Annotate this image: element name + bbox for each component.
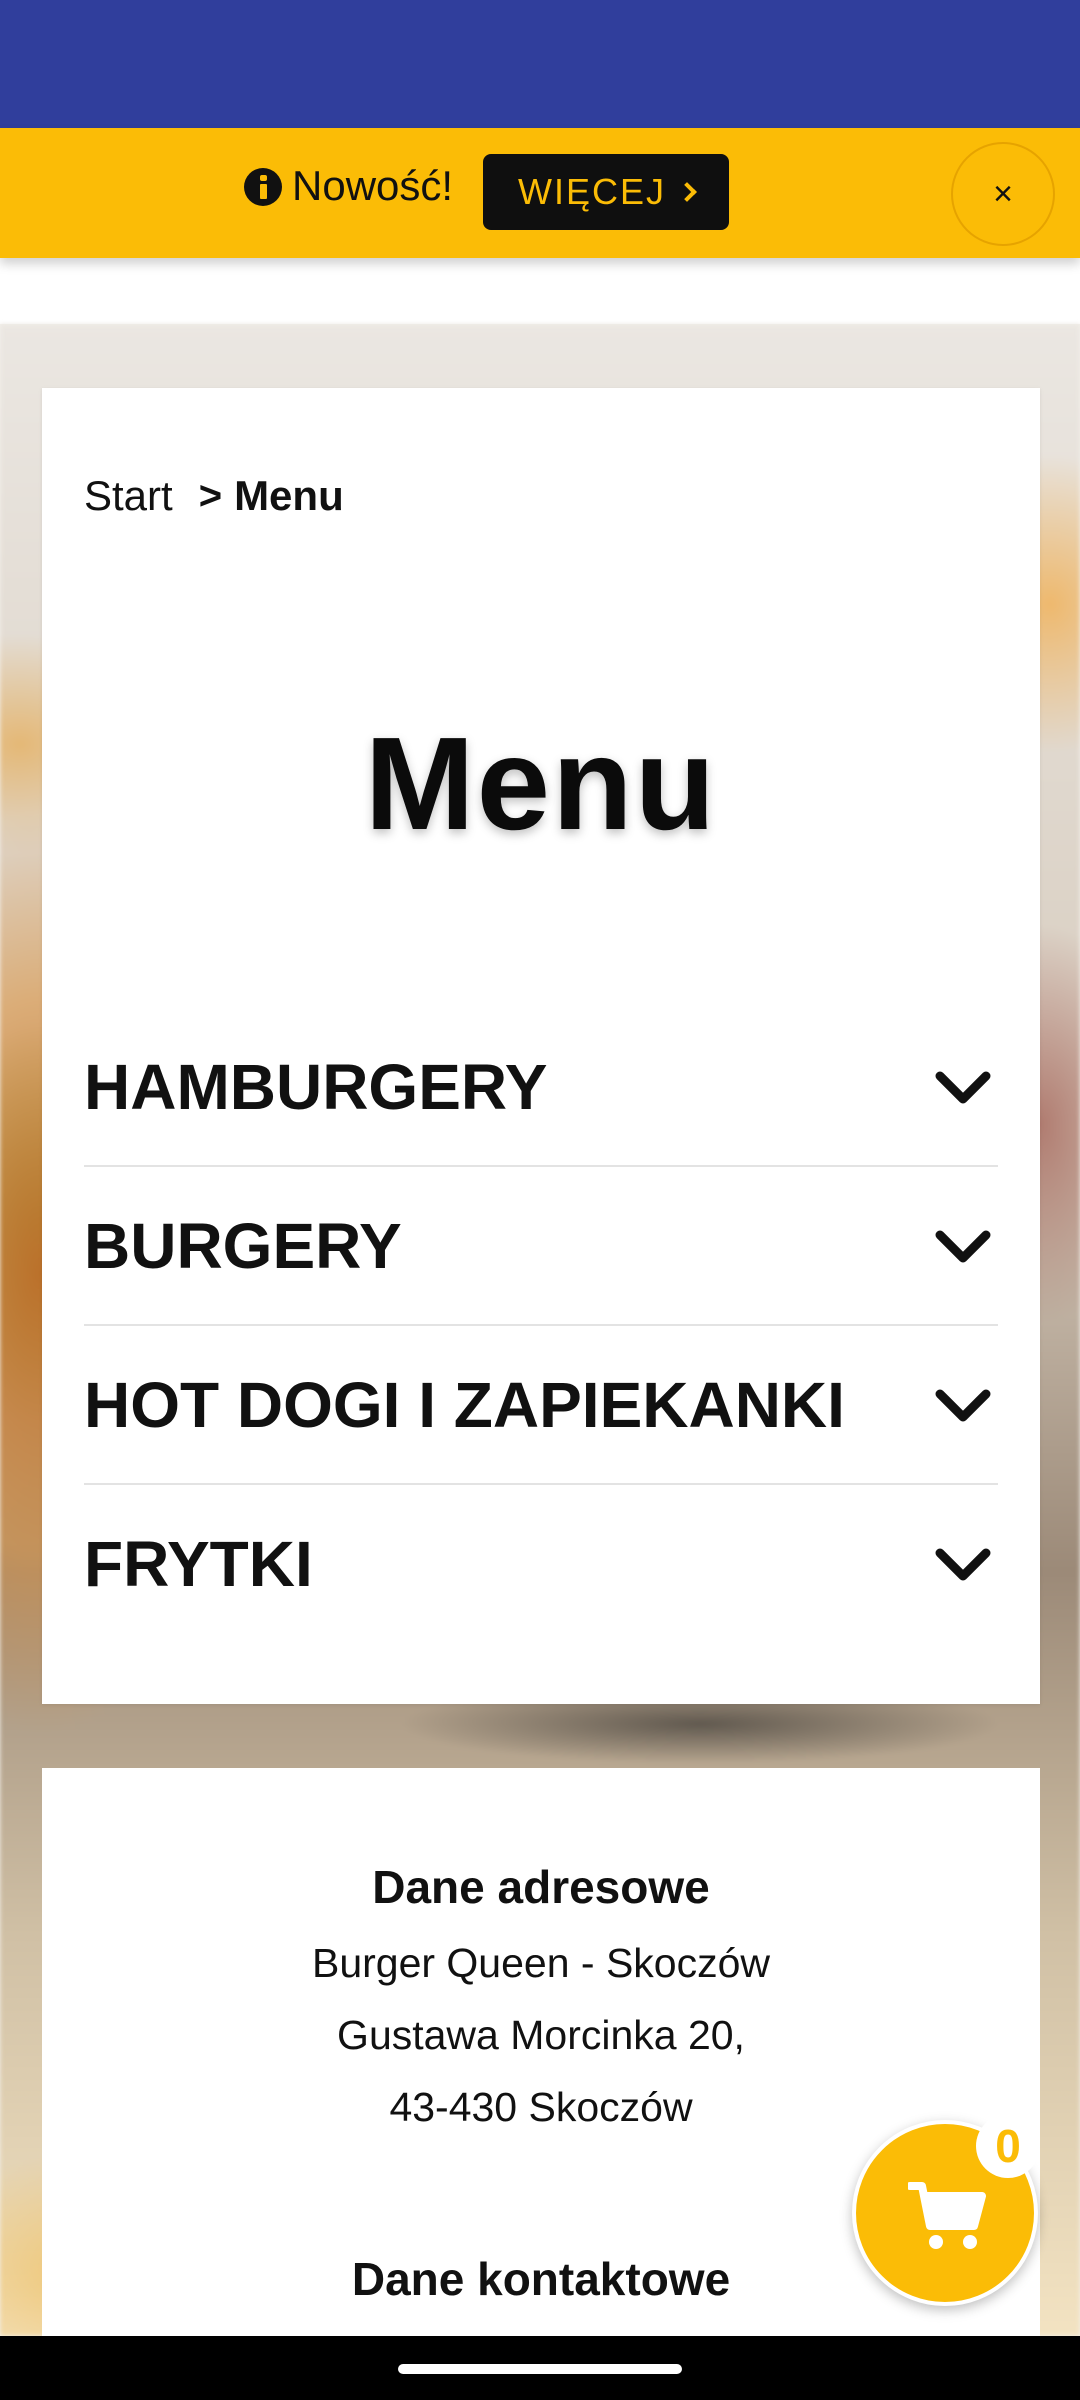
status-bar-area	[0, 0, 1080, 128]
chevron-down-icon	[935, 1548, 991, 1581]
info-icon	[244, 168, 282, 206]
notice-text: Nowość!	[292, 162, 454, 209]
cart-icon	[908, 2182, 986, 2249]
navigation-bar	[0, 2336, 1080, 2400]
category-hamburgery[interactable]: HAMBURGERY	[84, 1008, 998, 1167]
breadcrumb-current: Menu	[234, 472, 344, 519]
address-city: 43-430 Skoczów	[389, 2084, 693, 2130]
more-button-label: WIĘCEJ	[517, 171, 666, 212]
page-title: Menu	[364, 710, 718, 857]
category-label: HOT DOGI I ZAPIEKANKI	[84, 1369, 845, 1441]
category-hot-dogi[interactable]: HOT DOGI I ZAPIEKANKI	[84, 1326, 998, 1485]
notice-bar: Nowość! WIĘCEJ ×	[0, 128, 1080, 258]
category-label: FRYTKI	[84, 1528, 313, 1600]
category-burgery[interactable]: BURGERY	[84, 1167, 998, 1326]
chevron-down-icon	[935, 1389, 991, 1422]
breadcrumb-start-link[interactable]: Start	[84, 466, 173, 526]
category-frytki[interactable]: FRYTKI	[84, 1485, 998, 1644]
close-button[interactable]: ×	[951, 142, 1055, 246]
cart-count-badge: 0	[976, 2114, 1040, 2178]
cart-button[interactable]: 0	[852, 2114, 1040, 2306]
breadcrumb: Start > Menu	[84, 466, 344, 526]
category-label: HAMBURGERY	[84, 1051, 548, 1123]
header-spacer	[0, 258, 1080, 324]
address-heading: Dane adresowe	[372, 1861, 710, 1913]
address-name: Burger Queen - Skoczów	[311, 1940, 771, 1986]
address-street: Gustawa Morcinka 20,	[337, 2012, 745, 2058]
category-list: HAMBURGERY BURGERY HOT DOGI I ZAPIEKANKI…	[84, 1008, 998, 1644]
more-button[interactable]: WIĘCEJ	[483, 154, 729, 230]
chevron-right-icon	[677, 182, 697, 202]
chevron-down-icon	[935, 1230, 991, 1263]
category-label: BURGERY	[84, 1210, 402, 1282]
breadcrumb-separator: >	[198, 474, 223, 518]
home-handle[interactable]	[398, 2364, 682, 2374]
chevron-down-icon	[935, 1071, 991, 1104]
menu-card: Start > Menu Menu HAMBURGERY BURGERY HOT…	[42, 388, 1040, 1704]
close-icon: ×	[993, 174, 1013, 213]
